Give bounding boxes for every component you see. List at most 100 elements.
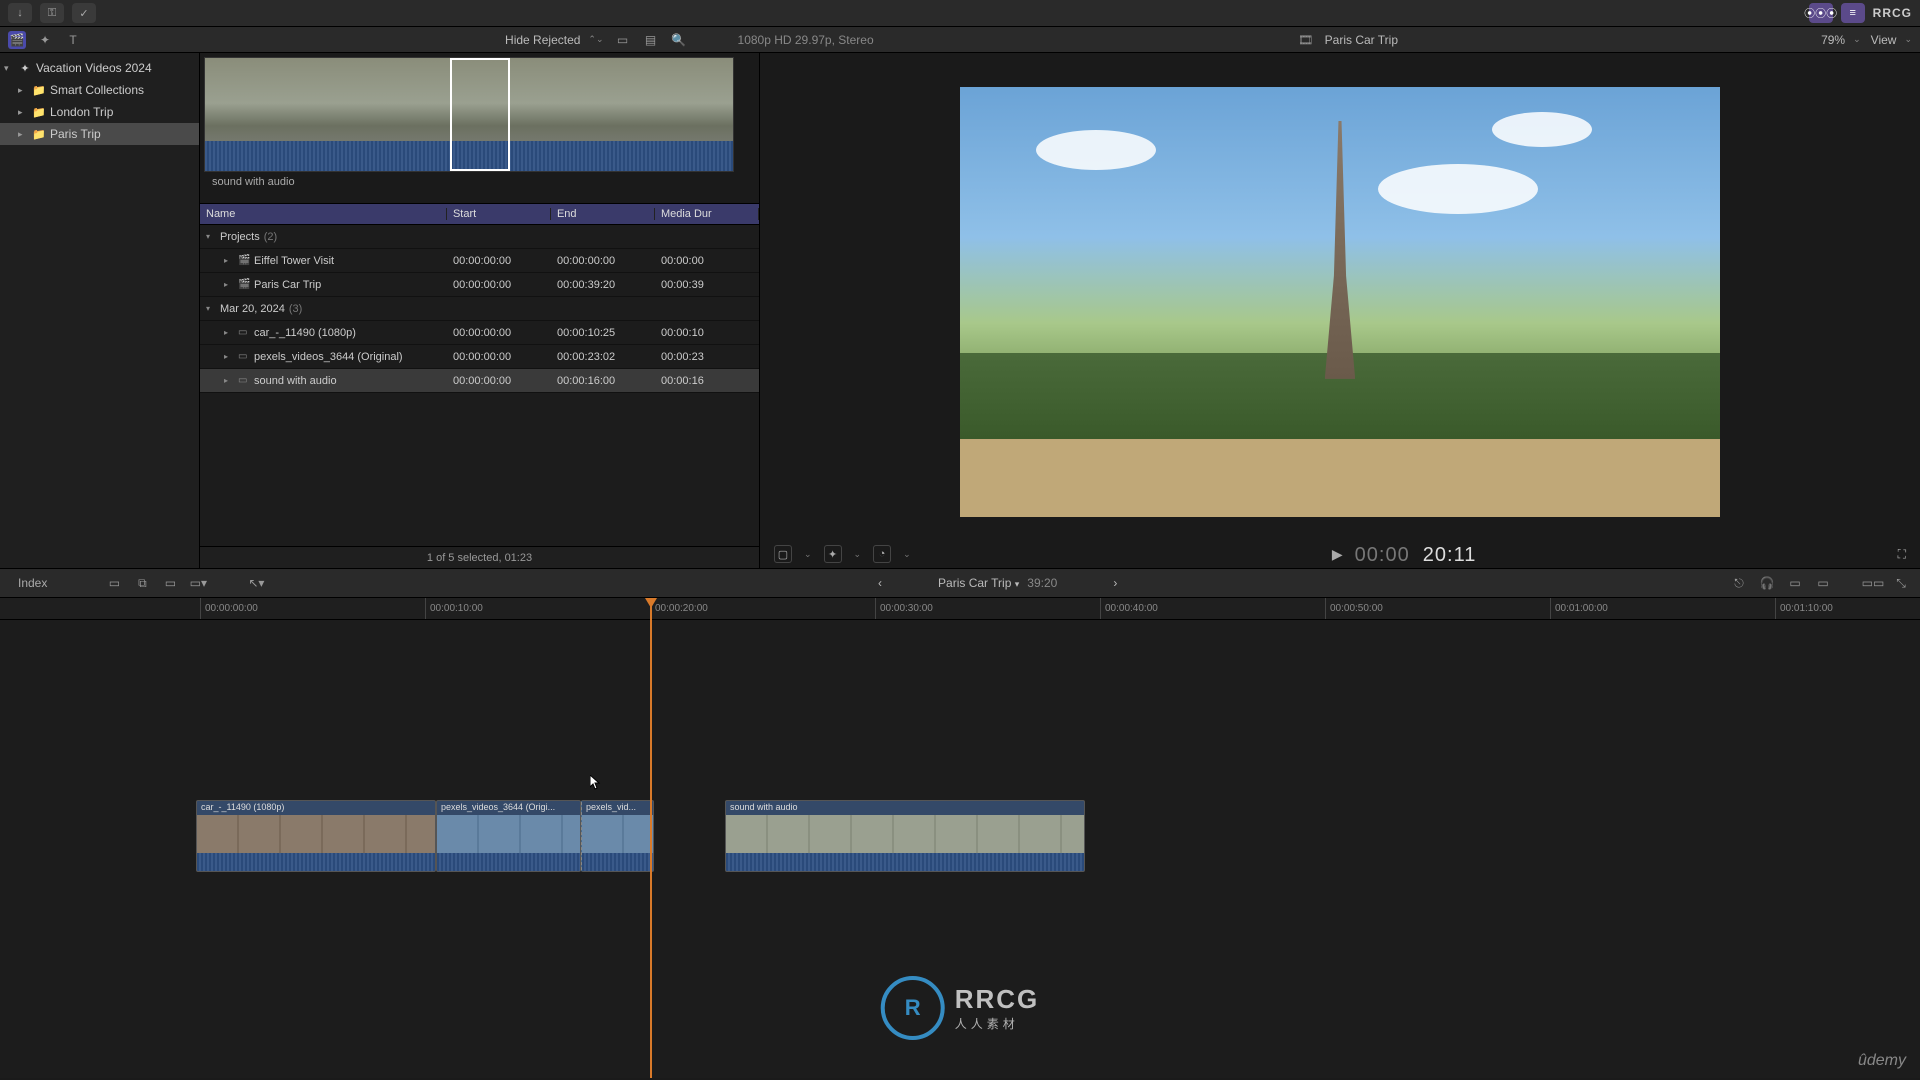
viewer-canvas[interactable] xyxy=(760,53,1920,540)
sidebar-item-smart[interactable]: ▸📁 Smart Collections xyxy=(0,79,199,101)
playhead[interactable] xyxy=(650,598,652,1078)
retime-tool-icon[interactable]: ◔ xyxy=(873,545,891,563)
tl-right-5-icon[interactable]: ▭▭ xyxy=(1864,574,1882,592)
list-status: 1 of 5 selected, 01:23 xyxy=(200,546,759,568)
project-icon: 🎞 xyxy=(1297,31,1315,49)
watermark-sub: 人人素材 xyxy=(955,1015,1040,1032)
list-clip-row[interactable]: ▸🎬Paris Car Trip00:00:00:0000:00:39:2000… xyxy=(200,273,759,297)
col-header-name[interactable]: Name xyxy=(200,208,447,220)
sidebar-item-label: Smart Collections xyxy=(50,83,144,97)
main-toolbar: 🎬 ✦ T Hide Rejected⌃⌄ ▭ ▤ 🔍 1080p HD 29.… xyxy=(0,27,1920,53)
clip-audio-waveform xyxy=(726,853,1084,871)
keyword-icon[interactable]: ⚿ xyxy=(40,3,64,23)
clip-list[interactable]: ▾Projects (2)▸🎬Eiffel Tower Visit00:00:0… xyxy=(200,225,759,546)
list-header: Name Start End Media Dur xyxy=(200,203,759,225)
clip-audio-waveform xyxy=(582,853,653,871)
ruler-tick: 00:00:40:00 xyxy=(1100,598,1158,619)
filmstrip-view-icon[interactable]: ▭ xyxy=(614,31,632,49)
list-clip-row[interactable]: ▸▭pexels_videos_3644 (Original)00:00:00:… xyxy=(200,345,759,369)
mouse-cursor-icon xyxy=(590,775,602,791)
share-list-icon[interactable]: ≡ xyxy=(1841,3,1865,23)
timeline-duration: 39:20 xyxy=(1027,576,1057,590)
transform-tool-icon[interactable]: ▢ xyxy=(774,545,792,563)
clip-audio-waveform xyxy=(197,853,435,871)
tl-right-6-icon[interactable]: ⤡ xyxy=(1892,574,1910,592)
sidebar-item-london[interactable]: ▸📁 London Trip xyxy=(0,101,199,123)
filmstrip-clip[interactable] xyxy=(204,57,734,172)
timeline-clip[interactable]: pexels_vid... xyxy=(581,800,654,872)
timeline-project-name[interactable]: Paris Car Trip ▾ xyxy=(938,576,1019,590)
list-clip-row[interactable]: ▸▭sound with audio00:00:00:0000:00:16:00… xyxy=(200,369,759,393)
select-tool-icon[interactable]: ↖▾ xyxy=(247,574,265,592)
search-icon[interactable]: 🔍 xyxy=(670,31,688,49)
tl-right-4-icon[interactable]: ▭ xyxy=(1814,574,1832,592)
list-group-row[interactable]: ▾Mar 20, 2024 (3) xyxy=(200,297,759,321)
ruler-tick: 00:00:00:00 xyxy=(200,598,258,619)
view-menu[interactable]: View⌄ xyxy=(1871,33,1912,47)
tl-tool-2-icon[interactable]: ⧉ xyxy=(133,574,151,592)
filmstrip-clip-label: sound with audio xyxy=(204,172,755,192)
media-library-icon[interactable]: 🎬 xyxy=(8,31,26,49)
folder-icon: 📁 xyxy=(32,105,46,119)
sidebar-item-paris[interactable]: ▸📁 Paris Trip xyxy=(0,123,199,145)
viewer-pane: ▢⌄ ✦⌄ ◔⌄ ▶ 00:00 20:11 ⛶ xyxy=(760,53,1920,568)
clip-thumbnails xyxy=(437,815,580,855)
timeline-toolbar: Index ▭ ⧉ ▭ ▭▾ ↖▾ ‹ Paris Car Trip ▾ 39:… xyxy=(0,568,1920,598)
filmstrip-selection[interactable] xyxy=(450,58,510,171)
list-clip-row[interactable]: ▸▭car_-_11490 (1080p)00:00:00:0000:00:10… xyxy=(200,321,759,345)
tl-right-1-icon[interactable]: ⎋ xyxy=(1730,574,1748,592)
timeline-nav-next-icon[interactable]: › xyxy=(1113,576,1117,590)
tl-right-3-icon[interactable]: ▭ xyxy=(1786,574,1804,592)
clip-thumbnails xyxy=(726,815,1084,855)
filter-menu[interactable]: Hide Rejected⌃⌄ xyxy=(505,33,603,47)
library-sidebar: ▾✦ Vacation Videos 2024 ▸📁 Smart Collect… xyxy=(0,53,200,568)
watermark-text: RRCG xyxy=(955,984,1040,1015)
brand-bottom-right: ûdemy xyxy=(1858,1052,1906,1070)
col-header-dur[interactable]: Media Dur xyxy=(655,208,759,220)
library-row[interactable]: ▾✦ Vacation Videos 2024 xyxy=(0,57,199,79)
watermark-ring-icon: R xyxy=(881,976,945,1040)
tl-tool-4-icon[interactable]: ▭▾ xyxy=(189,574,207,592)
titles-icon[interactable]: T xyxy=(64,31,82,49)
list-view-icon[interactable]: ▤ xyxy=(642,31,660,49)
ruler-tick: 00:00:30:00 xyxy=(875,598,933,619)
clip-thumbnails xyxy=(197,815,435,855)
library-icon: ✦ xyxy=(18,61,32,75)
clip-label: pexels_vid... xyxy=(582,801,653,815)
enhance-tool-icon[interactable]: ✦ xyxy=(824,545,842,563)
tl-tool-1-icon[interactable]: ▭ xyxy=(105,574,123,592)
play-icon[interactable]: ▶ xyxy=(1332,546,1343,563)
timeline-clip[interactable]: sound with audio xyxy=(725,800,1085,872)
fullscreen-icon[interactable]: ⛶ xyxy=(1898,547,1906,562)
share-options-icon[interactable]: ⦿⦿⦿ xyxy=(1809,3,1833,23)
project-name: Paris Car Trip xyxy=(1325,33,1398,47)
col-header-start[interactable]: Start xyxy=(447,208,551,220)
zoom-menu[interactable]: 79%⌄ xyxy=(1821,33,1861,47)
folder-icon: 📁 xyxy=(32,127,46,141)
timeline-clip[interactable]: pexels_videos_3644 (Origi... xyxy=(436,800,581,872)
sidebar-item-label: London Trip xyxy=(50,105,113,119)
list-clip-row[interactable]: ▸🎬Eiffel Tower Visit00:00:00:0000:00:00:… xyxy=(200,249,759,273)
background-tasks-icon[interactable]: ✓ xyxy=(72,3,96,23)
viewer-frame xyxy=(960,87,1720,517)
effects-icon[interactable]: ✦ xyxy=(36,31,54,49)
viewer-controls: ▢⌄ ✦⌄ ◔⌄ ▶ 00:00 20:11 ⛶ xyxy=(760,540,1920,568)
timeline-ruler[interactable]: 00:00:00:0000:00:10:0000:00:20:0000:00:3… xyxy=(0,598,1920,620)
ruler-tick: 00:01:10:00 xyxy=(1775,598,1833,619)
timeline-clip[interactable]: car_-_11490 (1080p) xyxy=(196,800,436,872)
clip-label: car_-_11490 (1080p) xyxy=(197,801,435,815)
timecode-display[interactable]: 00:00 20:11 xyxy=(1355,542,1477,567)
timeline-nav-prev-icon[interactable]: ‹ xyxy=(878,576,882,590)
tl-tool-3-icon[interactable]: ▭ xyxy=(161,574,179,592)
clip-thumbnails xyxy=(582,815,653,855)
import-icon[interactable]: ↓ xyxy=(8,3,32,23)
col-header-end[interactable]: End xyxy=(551,208,655,220)
clip-label: sound with audio xyxy=(726,801,1084,815)
browser-pane: sound with audio Name Start End Media Du… xyxy=(200,53,760,568)
tl-right-2-icon[interactable]: 🎧 xyxy=(1758,574,1776,592)
index-button[interactable]: Index xyxy=(10,574,55,592)
list-group-row[interactable]: ▾Projects (2) xyxy=(200,225,759,249)
filmstrip-area[interactable]: sound with audio xyxy=(200,53,759,203)
window-titlebar: ↓ ⚿ ✓ ⦿⦿⦿ ≡ RRCG xyxy=(0,0,1920,27)
folder-icon: 📁 xyxy=(32,83,46,97)
